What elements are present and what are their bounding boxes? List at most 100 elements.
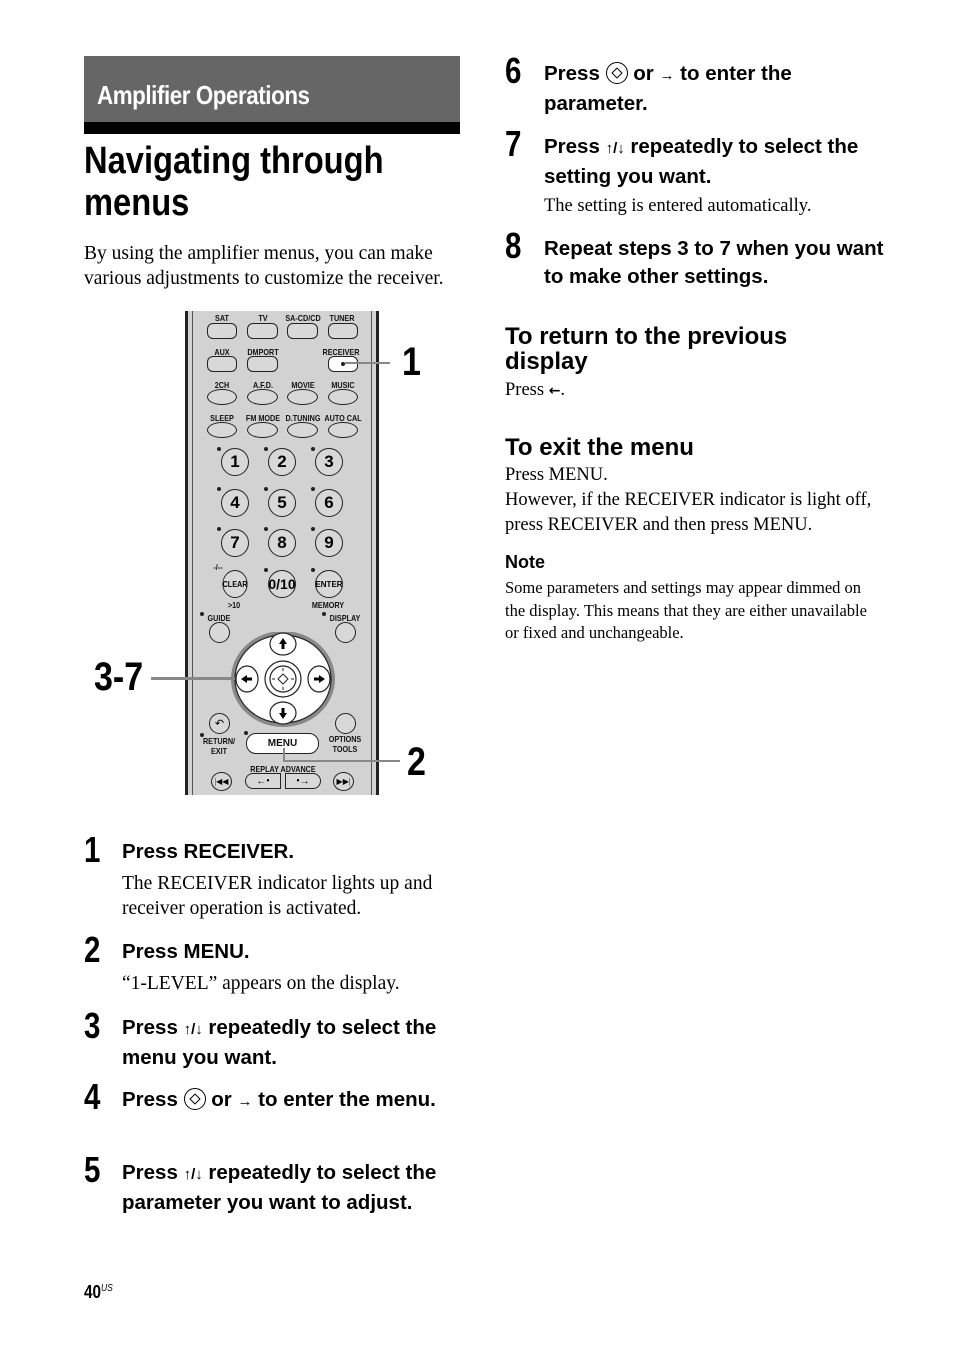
remote-dpad — [231, 632, 335, 727]
step-number: 2 — [84, 929, 101, 970]
callout-2: 2 — [407, 740, 426, 784]
callout-line-1 — [345, 362, 390, 364]
remote-key-6: 6 — [315, 489, 343, 517]
remote-button-dtuning — [287, 422, 318, 438]
remote-key-0-10: 0/10 — [268, 570, 296, 598]
dot — [264, 568, 268, 572]
text: Press — [544, 62, 606, 85]
step-number: 6 — [505, 50, 522, 91]
remote-key-4: 4 — [221, 489, 249, 517]
exit-line-2: However, if the RECEIVER indicator is li… — [505, 490, 872, 535]
step-heading: Press ↑/↓ repeatedly to select the menu … — [122, 1014, 467, 1071]
enter-button-icon — [183, 1088, 206, 1110]
remote-button-fm-mode — [247, 422, 278, 438]
exit-line-1: Press MENU. — [505, 465, 608, 485]
remote-label-memory: MEMORY — [311, 600, 345, 610]
text: . — [560, 380, 566, 400]
text: to enter the menu. — [252, 1088, 436, 1111]
text: Press — [505, 380, 549, 400]
enter-button-icon — [605, 62, 628, 84]
dot — [311, 527, 315, 531]
dot — [217, 527, 221, 531]
remote-key-2: 2 — [268, 448, 296, 476]
remote-button-display — [335, 622, 356, 643]
intro-paragraph: By using the amplifier menus, you can ma… — [84, 243, 444, 289]
dot — [217, 487, 221, 491]
callout-1: 1 — [402, 340, 421, 384]
step-number: 1 — [84, 829, 101, 870]
up-down-arrow-icon: ↑/↓ — [183, 1021, 203, 1038]
step-heading: Press or → to enter the parameter. — [544, 60, 889, 117]
callout-line-2 — [283, 760, 400, 762]
dot — [311, 487, 315, 491]
note-heading: Note — [505, 552, 545, 572]
dot — [311, 568, 315, 572]
previous-track-icon: |◀◀ — [211, 772, 232, 791]
remote-key-9: 9 — [315, 529, 343, 557]
remote-label-options: OPTIONS — [328, 734, 362, 744]
remote-button-tv — [247, 323, 278, 339]
step-heading: Press ↑/↓ repeatedly to select the setti… — [544, 133, 889, 190]
remote-key-8: 8 — [268, 529, 296, 557]
advance-icon: •→ — [285, 773, 321, 789]
remote-key-3: 3 — [315, 448, 343, 476]
remote-button-sat — [207, 323, 237, 339]
remote-label-tuner: TUNER — [329, 313, 355, 323]
text: Press — [122, 1088, 184, 1111]
note-body: Some parameters and settings may appear … — [505, 578, 867, 642]
remote-edge — [192, 311, 193, 795]
remote-button-options — [335, 713, 356, 734]
dot — [264, 487, 268, 491]
section-title: Amplifier Operations — [97, 80, 310, 110]
dot — [264, 447, 268, 451]
remote-label-gt10: >10 — [227, 600, 241, 610]
page-number: 40US — [84, 1282, 113, 1303]
section-header-stripe — [84, 122, 460, 134]
callout-line-3-7 — [151, 677, 235, 680]
step-number: 4 — [84, 1076, 101, 1117]
page-region: US — [101, 1283, 113, 1294]
step-number: 5 — [84, 1149, 101, 1190]
dot — [217, 447, 221, 451]
page-number-value: 40 — [84, 1282, 102, 1302]
next-track-icon: ▶▶| — [333, 772, 354, 791]
dot — [311, 447, 315, 451]
text: Press — [544, 135, 606, 158]
text: Press — [122, 1016, 184, 1039]
remote-label-dash: -/-- — [213, 562, 223, 572]
step-heading: Press or → to enter the menu. — [122, 1086, 467, 1116]
text: or — [205, 1088, 238, 1111]
up-down-arrow-icon: ↑/↓ — [605, 140, 625, 157]
remote-button-tuner — [328, 323, 358, 339]
remote-button-2ch — [207, 389, 237, 405]
remote-button-sleep — [207, 422, 237, 438]
remote-button-movie — [287, 389, 318, 405]
remote-button-afd — [247, 389, 278, 405]
remote-button-auto-cal — [328, 422, 358, 438]
dot — [200, 612, 204, 616]
remote-key-1: 1 — [221, 448, 249, 476]
return-body: Press ←. — [505, 378, 565, 404]
remote-label-return: RETURN/ — [202, 736, 236, 746]
step-heading: Press RECEIVER. — [122, 840, 295, 863]
remote-button-aux — [207, 356, 237, 372]
remote-button-music — [328, 389, 358, 405]
remote-key-enter: ENTER — [315, 570, 343, 598]
dot — [322, 612, 326, 616]
step-number: 8 — [505, 225, 522, 266]
dot — [244, 731, 248, 735]
text: or — [627, 62, 660, 85]
right-arrow-icon: → — [237, 1093, 253, 1110]
exit-heading: To exit the menu — [505, 434, 694, 461]
remote-edge — [371, 311, 372, 795]
remote-key-5: 5 — [268, 489, 296, 517]
remote-button-sacd — [287, 323, 318, 339]
step-body: The setting is entered automatically. — [544, 196, 812, 216]
return-icon: ↶ — [209, 713, 230, 734]
up-down-arrow-icon: ↑/↓ — [183, 1166, 203, 1183]
return-heading: To return to the previous display — [505, 323, 788, 375]
left-arrow-icon: ← — [548, 383, 561, 399]
dot — [264, 527, 268, 531]
remote-key-7: 7 — [221, 529, 249, 557]
text: Press — [122, 1161, 184, 1184]
